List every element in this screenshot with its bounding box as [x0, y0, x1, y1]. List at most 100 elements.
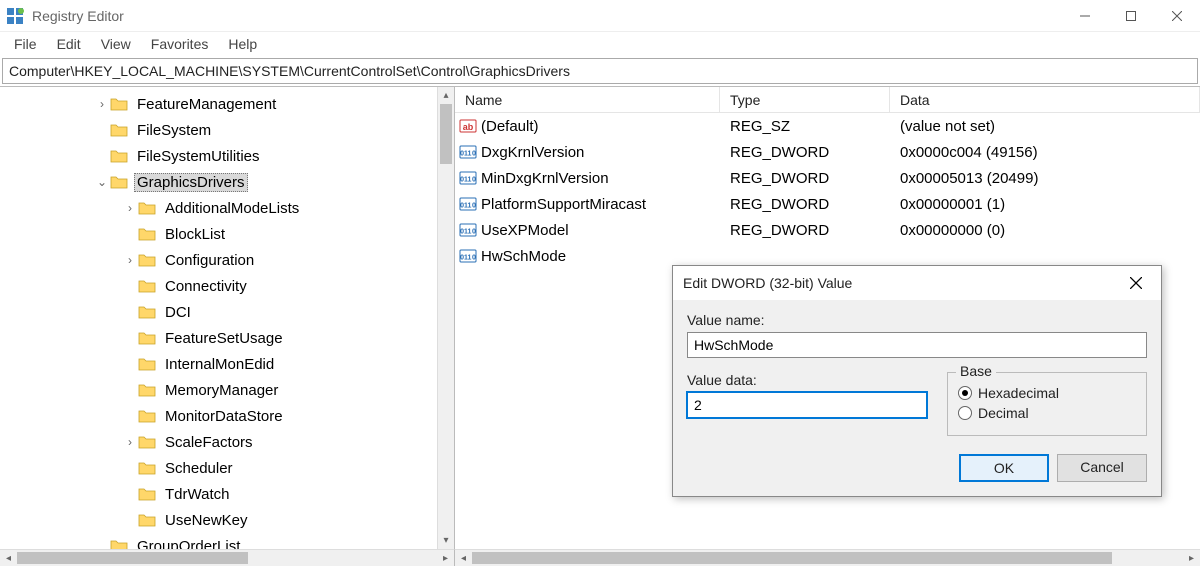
- reg-dword-icon: 011 0: [455, 169, 481, 187]
- address-bar[interactable]: Computer\HKEY_LOCAL_MACHINE\SYSTEM\Curre…: [2, 58, 1198, 84]
- value-row[interactable]: 011 0UseXPModelREG_DWORD0x00000000 (0): [455, 217, 1200, 243]
- value-row[interactable]: ab(Default)REG_SZ(value not set): [455, 113, 1200, 139]
- col-header-data[interactable]: Data: [890, 87, 1200, 112]
- value-row[interactable]: 011 0DxgKrnlVersionREG_DWORD0x0000c004 (…: [455, 139, 1200, 165]
- folder-icon: [138, 460, 156, 476]
- radio-hexadecimal[interactable]: Hexadecimal: [958, 385, 1136, 401]
- value-data: 0x00000000 (0): [890, 222, 1200, 239]
- dialog-close-button[interactable]: [1121, 268, 1151, 298]
- folder-icon: [110, 174, 128, 190]
- tree-vertical-scrollbar[interactable]: ▴ ▾: [437, 87, 454, 549]
- tree-item[interactable]: › ScaleFactors: [0, 429, 437, 455]
- value-data: (value not set): [890, 118, 1200, 135]
- scroll-left-icon[interactable]: ◂: [455, 550, 472, 567]
- tree-item-label: DCI: [162, 303, 194, 322]
- col-header-name[interactable]: Name: [455, 87, 720, 112]
- expander-icon[interactable]: ›: [122, 435, 138, 449]
- value-name: (Default): [481, 118, 720, 135]
- scroll-thumb[interactable]: [17, 552, 248, 564]
- scroll-left-icon[interactable]: ◂: [0, 550, 17, 567]
- folder-icon: [138, 512, 156, 528]
- reg-dword-icon: 011 0: [455, 221, 481, 239]
- svg-text:011 0: 011 0: [460, 151, 476, 158]
- base-fieldset: Base Hexadecimal Decimal: [947, 372, 1147, 436]
- tree-item[interactable]: ⌄ GraphicsDrivers: [0, 169, 437, 195]
- col-header-type[interactable]: Type: [720, 87, 890, 112]
- tree-item[interactable]: FileSystem: [0, 117, 437, 143]
- value-data-input[interactable]: [687, 392, 927, 418]
- value-row[interactable]: 011 0MinDxgKrnlVersionREG_DWORD0x0000501…: [455, 165, 1200, 191]
- registry-tree[interactable]: ›FeatureManagementFileSystemFileSystemUt…: [0, 87, 437, 549]
- list-horizontal-scrollbar[interactable]: ◂ ▸: [455, 549, 1200, 566]
- svg-text:011 0: 011 0: [460, 255, 476, 262]
- value-type: REG_DWORD: [720, 144, 890, 161]
- tree-item[interactable]: GroupOrderList: [0, 533, 437, 549]
- tree-item-label: MonitorDataStore: [162, 407, 286, 426]
- folder-icon: [138, 434, 156, 450]
- folder-icon: [138, 304, 156, 320]
- tree-item-label: FeatureSetUsage: [162, 329, 286, 348]
- scroll-right-icon[interactable]: ▸: [1183, 550, 1200, 567]
- folder-icon: [138, 278, 156, 294]
- scroll-up-icon[interactable]: ▴: [438, 87, 454, 104]
- menu-file[interactable]: File: [4, 34, 47, 54]
- folder-icon: [138, 200, 156, 216]
- tree-item[interactable]: Connectivity: [0, 273, 437, 299]
- scroll-thumb[interactable]: [440, 104, 452, 164]
- radio-icon: [958, 406, 972, 420]
- tree-item[interactable]: MonitorDataStore: [0, 403, 437, 429]
- tree-item[interactable]: BlockList: [0, 221, 437, 247]
- tree-pane: ›FeatureManagementFileSystemFileSystemUt…: [0, 87, 455, 549]
- tree-item[interactable]: Scheduler: [0, 455, 437, 481]
- tree-item[interactable]: DCI: [0, 299, 437, 325]
- value-row[interactable]: 011 0PlatformSupportMiracastREG_DWORD0x0…: [455, 191, 1200, 217]
- dialog-title-bar[interactable]: Edit DWORD (32-bit) Value: [673, 266, 1161, 300]
- tree-item-label: InternalMonEdid: [162, 355, 277, 374]
- tree-item[interactable]: FileSystemUtilities: [0, 143, 437, 169]
- reg-sz-icon: ab: [455, 117, 481, 135]
- scroll-right-icon[interactable]: ▸: [437, 550, 454, 567]
- tree-item-label: UseNewKey: [162, 511, 251, 530]
- tree-item[interactable]: ›AdditionalModeLists: [0, 195, 437, 221]
- value-name-input[interactable]: [687, 332, 1147, 358]
- tree-item-label: BlockList: [162, 225, 228, 244]
- tree-item[interactable]: UseNewKey: [0, 507, 437, 533]
- values-list[interactable]: ab(Default)REG_SZ(value not set)011 0Dxg…: [455, 113, 1200, 269]
- menu-favorites[interactable]: Favorites: [141, 34, 219, 54]
- value-data: 0x00005013 (20499): [890, 170, 1200, 187]
- value-name: HwSchMode: [481, 248, 720, 265]
- cancel-button[interactable]: Cancel: [1057, 454, 1147, 482]
- ok-button[interactable]: OK: [959, 454, 1049, 482]
- base-legend: Base: [956, 363, 996, 379]
- tree-item[interactable]: ›FeatureManagement: [0, 91, 437, 117]
- expander-icon[interactable]: ⌄: [94, 175, 110, 189]
- value-data: 0x00000001 (1): [890, 196, 1200, 213]
- folder-icon: [110, 148, 128, 164]
- folder-icon: [110, 538, 128, 549]
- tree-item-label: ScaleFactors: [162, 433, 256, 452]
- menu-edit[interactable]: Edit: [47, 34, 91, 54]
- value-name-label: Value name:: [687, 312, 1147, 328]
- tree-item[interactable]: TdrWatch: [0, 481, 437, 507]
- bottom-scrollbars: ◂ ▸ ◂ ▸: [0, 549, 1200, 566]
- expander-icon[interactable]: ›: [94, 97, 110, 111]
- expander-icon[interactable]: ›: [122, 201, 138, 215]
- tree-item[interactable]: FeatureSetUsage: [0, 325, 437, 351]
- svg-text:ab: ab: [463, 122, 474, 132]
- close-button[interactable]: [1154, 0, 1200, 32]
- tree-item[interactable]: InternalMonEdid: [0, 351, 437, 377]
- scroll-thumb[interactable]: [472, 552, 1112, 564]
- minimize-button[interactable]: [1062, 0, 1108, 32]
- radio-decimal[interactable]: Decimal: [958, 405, 1136, 421]
- menu-help[interactable]: Help: [218, 34, 267, 54]
- maximize-button[interactable]: [1108, 0, 1154, 32]
- tree-item[interactable]: MemoryManager: [0, 377, 437, 403]
- value-type: REG_DWORD: [720, 196, 890, 213]
- tree-horizontal-scrollbar[interactable]: ◂ ▸: [0, 549, 455, 566]
- scroll-down-icon[interactable]: ▾: [438, 532, 454, 549]
- menu-view[interactable]: View: [91, 34, 141, 54]
- reg-dword-icon: 011 0: [455, 143, 481, 161]
- tree-item-label: GraphicsDrivers: [134, 173, 248, 192]
- tree-item[interactable]: ›Configuration: [0, 247, 437, 273]
- expander-icon[interactable]: ›: [122, 253, 138, 267]
